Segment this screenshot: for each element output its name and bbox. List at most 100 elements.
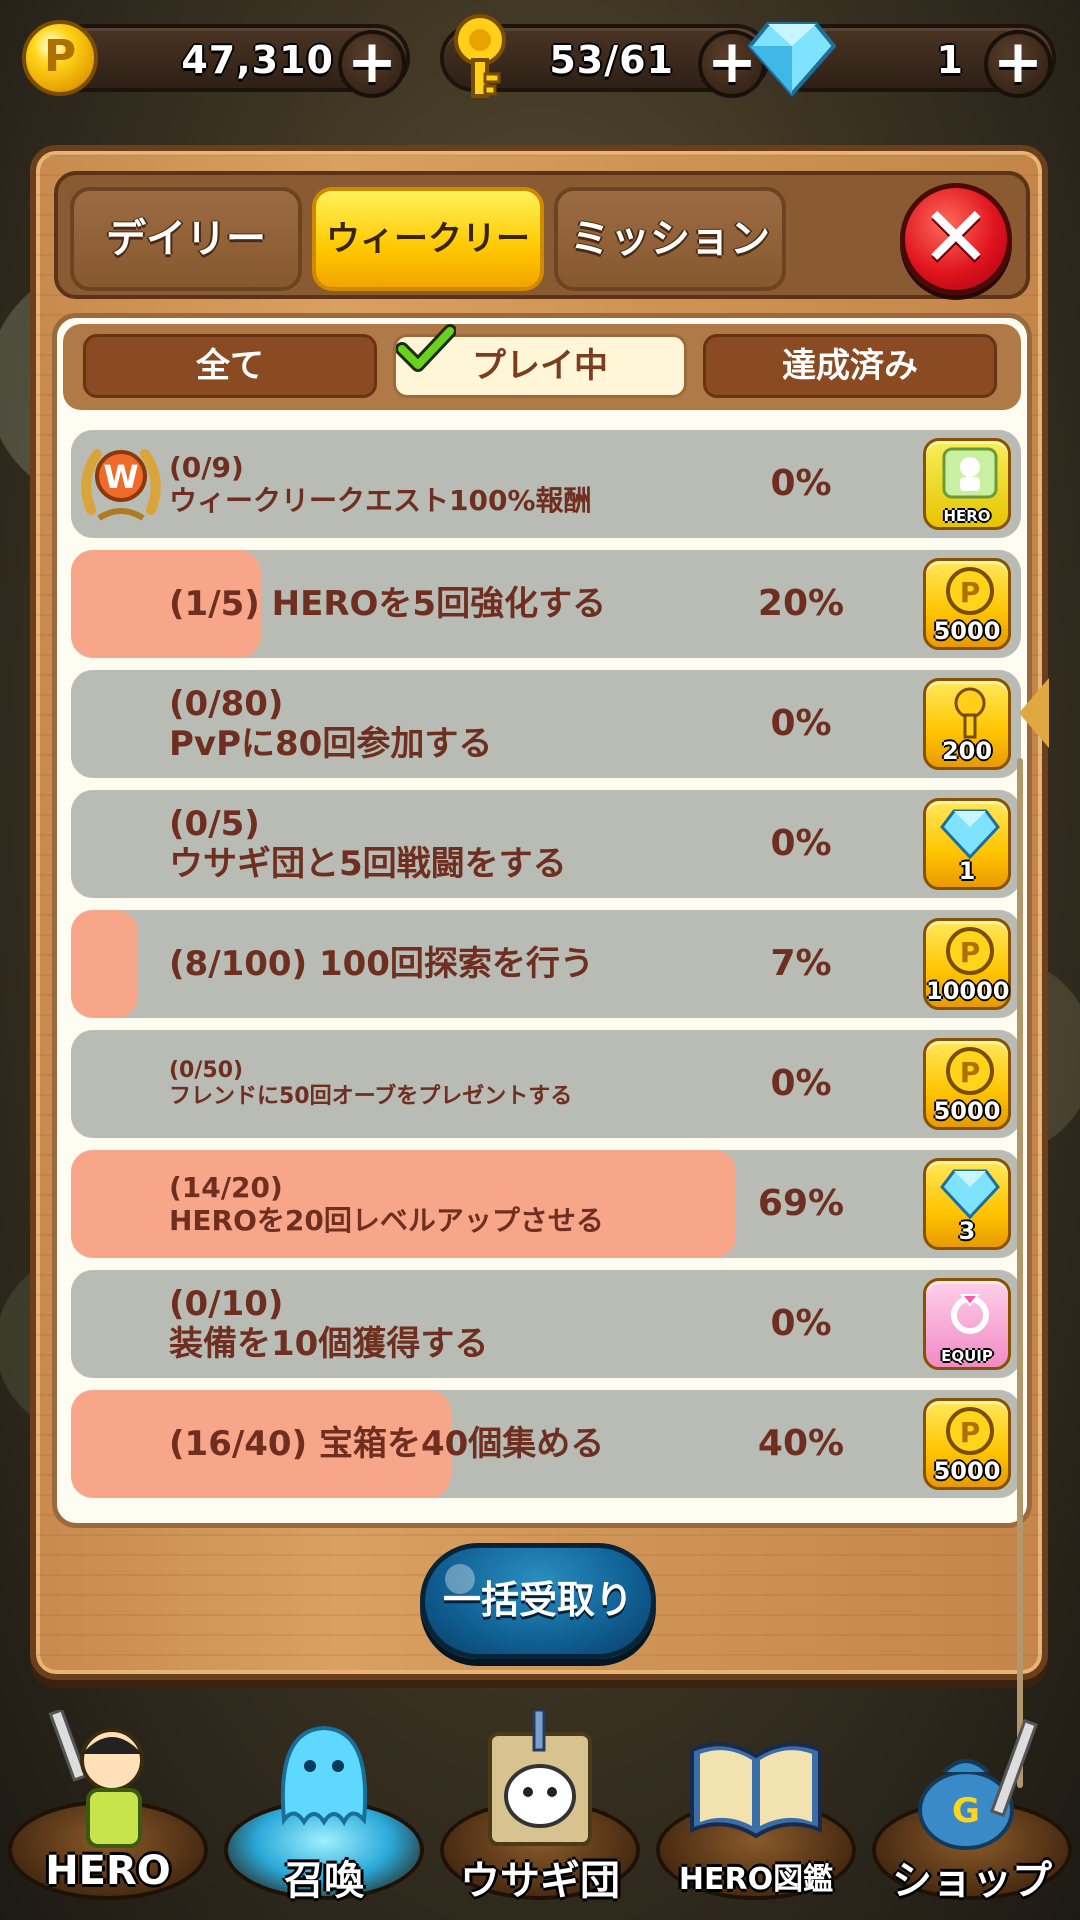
reward-gems[interactable]: 1: [923, 798, 1011, 890]
claim-all-button[interactable]: 一括受取り: [420, 1543, 656, 1659]
quest-title: フレンドに50回オーブをプレゼントする: [169, 1084, 573, 1109]
hero-character-icon: [48, 1710, 144, 1848]
reward-amount: 1: [958, 857, 976, 885]
quest-count: (0/80): [169, 683, 284, 724]
key-icon: [454, 14, 506, 98]
quest-row: (0/5) ウサギ団と5回戦闘をする 0% 1: [71, 790, 1021, 898]
gem-amount: 1: [936, 38, 964, 82]
quest-text: (0/50) フレンドに50回オーブをプレゼントする: [169, 1030, 729, 1138]
svg-text:G: G: [952, 1791, 980, 1831]
quest-count: (0/10): [169, 1283, 284, 1324]
svg-text:P: P: [960, 936, 981, 969]
weekly-laurel-icon: W: [81, 449, 161, 521]
quest-text: (0/5) ウサギ団と5回戦闘をする: [169, 790, 729, 898]
quest-count: (0/5): [169, 803, 260, 844]
quest-percent: 0%: [770, 703, 832, 744]
reward-equipment[interactable]: EQUIP: [923, 1278, 1011, 1370]
quest-percent: 69%: [757, 1183, 845, 1224]
quest-text: (8/100) 100回探索を行う: [169, 910, 729, 1018]
reward-amount: 10000: [926, 977, 1010, 1005]
quest-title: 装備を10個獲得する: [169, 1324, 489, 1364]
coin-icon: P: [22, 20, 98, 96]
reward-hero-ticket[interactable]: HERO: [923, 438, 1011, 530]
quest-title: (8/100) 100回探索を行う: [169, 943, 594, 984]
svg-text:W: W: [103, 458, 138, 496]
progress-bar: [71, 910, 138, 1018]
reward-label: HERO: [943, 507, 991, 525]
key-amount: 53/61: [549, 38, 674, 82]
filter-completed[interactable]: 達成済み: [703, 334, 997, 398]
svg-text:P: P: [960, 1416, 981, 1449]
coin-icon: P: [946, 927, 994, 975]
quest-title: PvPに80回参加する: [169, 724, 493, 764]
quest-row: (0/80) PvPに80回参加する 0% 200: [71, 670, 1021, 778]
filter-strip: 全て プレイ中 達成済み: [63, 324, 1021, 410]
quest-row: (8/100) 100回探索を行う 7% P 10000: [71, 910, 1021, 1018]
quest-percent: 40%: [757, 1423, 845, 1464]
reward-amount: 3: [958, 1217, 976, 1245]
coin-icon: P: [946, 1047, 994, 1095]
quest-row: (16/40) 宝箱を40個集める 40% P 5000: [71, 1390, 1021, 1498]
reward-coins[interactable]: P 10000: [923, 918, 1011, 1010]
coin-amount: 47,310: [181, 38, 334, 82]
tab-weekly[interactable]: ウィークリー: [312, 187, 544, 291]
quest-row: (1/5) HEROを5回強化する 20% P 5000: [71, 550, 1021, 658]
quest-percent: 0%: [770, 1303, 832, 1344]
nav-rabbit-gang[interactable]: ウサギ団: [432, 1700, 648, 1920]
quest-text: (0/80) PvPに80回参加する: [169, 670, 729, 778]
quest-title: (16/40) 宝箱を40個集める: [169, 1423, 605, 1464]
filter-playing-label: プレイ中: [472, 346, 608, 386]
quest-text: (0/10) 装備を10個獲得する: [169, 1270, 729, 1378]
quest-text: (14/20) HEROを20回レベルアップさせる: [169, 1150, 729, 1258]
button-gloss: [445, 1564, 475, 1594]
summon-ghost-icon: [280, 1725, 368, 1827]
shop-bag-icon: G: [918, 1718, 1038, 1850]
nav-hero[interactable]: HERO: [0, 1700, 216, 1920]
coin-icon: P: [946, 567, 994, 615]
filter-playing[interactable]: プレイ中: [393, 324, 687, 398]
coin-icon: P: [946, 1407, 994, 1455]
reward-amount: 5000: [933, 1097, 1001, 1125]
tab-daily[interactable]: デイリー: [70, 187, 302, 291]
reward-gems[interactable]: 3: [923, 1158, 1011, 1250]
reward-coins[interactable]: P 5000: [923, 1038, 1011, 1130]
reward-amount: 5000: [933, 1457, 1001, 1485]
reward-label: EQUIP: [941, 1347, 993, 1365]
currency-bar: 47,310 + P 53/61 + 1 +: [0, 14, 1080, 98]
nav-summon[interactable]: 召喚: [216, 1700, 432, 1920]
reward-coins[interactable]: P 5000: [923, 1398, 1011, 1490]
key-icon: [954, 687, 986, 739]
reward-keys[interactable]: 200: [923, 678, 1011, 770]
nav-shop-label: ショップ: [892, 1858, 1052, 1904]
tab-mission[interactable]: ミッション: [554, 187, 786, 291]
equip-ring-icon: [951, 1294, 989, 1334]
bottom-nav: HERO 召喚 ウサギ団 HERO図鑑 G ショップ: [0, 1700, 1080, 1920]
quest-percent: 0%: [770, 1063, 832, 1104]
svg-text:P: P: [960, 1056, 981, 1089]
gem-icon: [940, 809, 1000, 860]
check-icon: [396, 324, 456, 372]
nav-hero-label: HERO: [45, 1848, 171, 1894]
nav-hero-encyclopedia-label: HERO図鑑: [678, 1862, 834, 1897]
quest-text: (1/5) HEROを5回強化する: [169, 550, 729, 658]
weekly-quest-panel: デイリー ウィークリー ミッション ✕ 全て プレイ中 達成済み W (0/9)…: [30, 145, 1049, 1788]
quest-text: (16/40) 宝箱を40個集める: [169, 1390, 729, 1498]
quest-row: (0/50) フレンドに50回オーブをプレゼントする 0% P 5000: [71, 1030, 1021, 1138]
quest-percent: 0%: [770, 463, 832, 504]
quest-count: (14/20): [169, 1170, 283, 1204]
quest-row: W (0/9) ウィークリークエスト100%報酬 0% HERO: [71, 430, 1021, 538]
nav-hero-encyclopedia[interactable]: HERO図鑑: [648, 1700, 864, 1920]
close-button[interactable]: ✕: [900, 183, 1012, 295]
quest-title: ウサギ団と5回戦闘をする: [169, 844, 567, 884]
scrollbar[interactable]: [1017, 758, 1023, 1788]
hero-encyclopedia-icon: [690, 1742, 822, 1839]
filter-all[interactable]: 全て: [83, 334, 377, 398]
add-coins-button[interactable]: +: [338, 30, 406, 98]
quest-percent: 7%: [770, 943, 832, 984]
tab-strip: デイリー ウィークリー ミッション ✕: [54, 171, 1030, 299]
reward-coins[interactable]: P 5000: [923, 558, 1011, 650]
reward-amount: 5000: [933, 617, 1001, 645]
nav-shop[interactable]: G ショップ: [864, 1700, 1080, 1920]
quest-title: HEROを20回レベルアップさせる: [169, 1204, 604, 1237]
add-gems-button[interactable]: +: [984, 30, 1052, 98]
